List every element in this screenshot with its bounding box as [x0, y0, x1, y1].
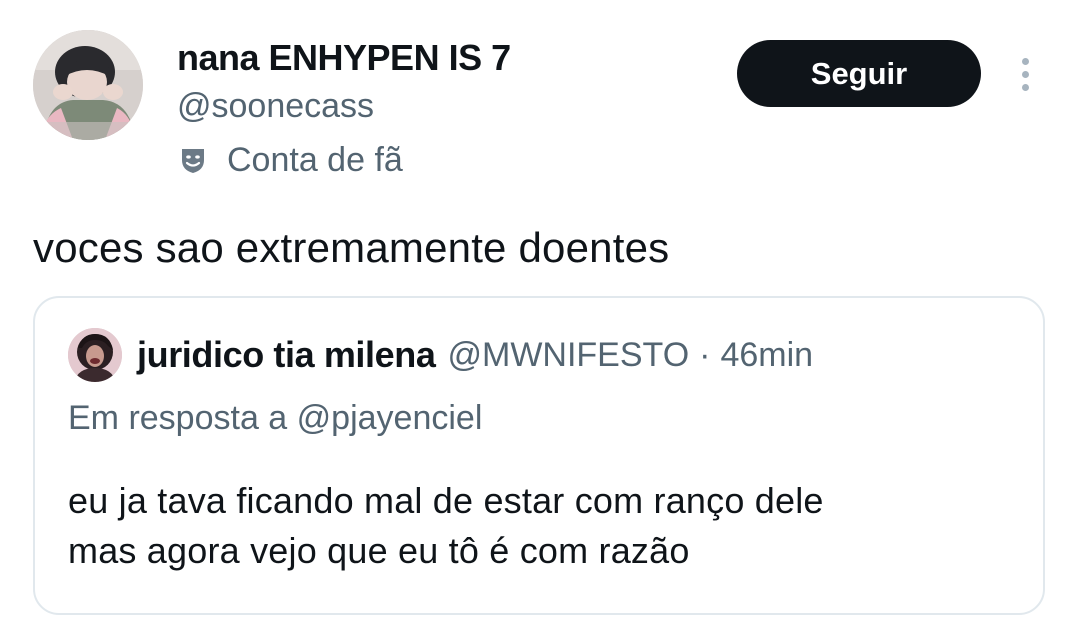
author-avatar[interactable] — [33, 30, 143, 140]
quoted-author-avatar[interactable] — [68, 328, 122, 382]
quoted-author-name[interactable]: juridico tia milena — [137, 334, 436, 376]
tweet-text: voces sao extremamente doentes — [33, 224, 670, 271]
fan-account-badge: Conta de fã — [177, 138, 403, 182]
author-display-name[interactable]: nana ENHYPEN IS 7 — [177, 36, 511, 80]
badge-label: Conta de fã — [227, 141, 403, 179]
quoted-tweet-card[interactable]: juridico tia milena @MWNIFESTO · 46min E… — [33, 296, 1045, 615]
author-handle[interactable]: @soonecass — [177, 85, 374, 127]
quoted-avatar-image — [68, 328, 122, 382]
dot — [1021, 57, 1029, 65]
reply-to-label: Em resposta a @pjayenciel — [68, 399, 483, 437]
separator-dot: · — [699, 335, 711, 374]
quoted-tweet-line: mas agora vejo que eu tô é com razão — [68, 530, 690, 571]
quoted-tweet-line: eu ja tava ficando mal de estar com ranç… — [68, 480, 824, 521]
dot — [1021, 70, 1029, 78]
quoted-author-handle[interactable]: @MWNIFESTO — [447, 336, 689, 375]
avatar-image — [33, 30, 143, 140]
theater-masks-icon — [177, 144, 209, 176]
follow-button[interactable]: Seguir — [737, 40, 981, 107]
dot — [1021, 83, 1029, 91]
more-options-icon[interactable] — [1010, 52, 1040, 96]
quoted-tweet-header: juridico tia milena @MWNIFESTO · 46min — [137, 333, 813, 377]
quoted-tweet-timestamp[interactable]: 46min — [720, 336, 813, 375]
quoted-tweet-text: eu ja tava ficando mal de estar com ranç… — [68, 476, 1008, 576]
